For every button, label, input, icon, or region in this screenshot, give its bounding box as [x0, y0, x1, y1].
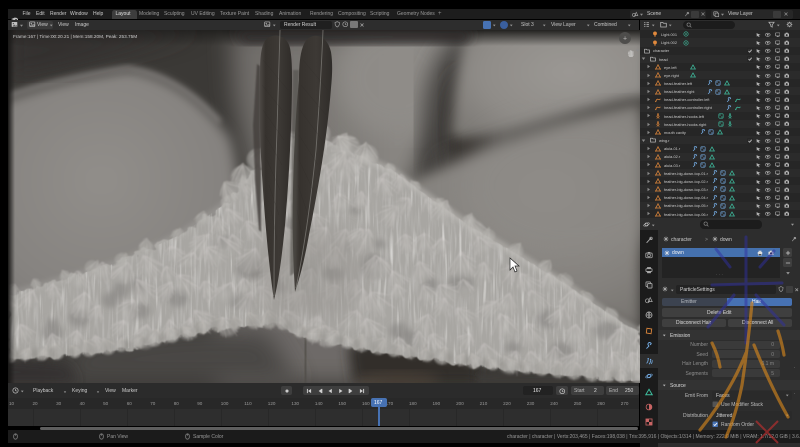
svg-text:+: + — [623, 36, 627, 43]
svg-text:Frame:167 | Time:00:20.21 | Me: Frame:167 | Time:00:20.21 | Mem:158.20M,… — [13, 34, 137, 39]
